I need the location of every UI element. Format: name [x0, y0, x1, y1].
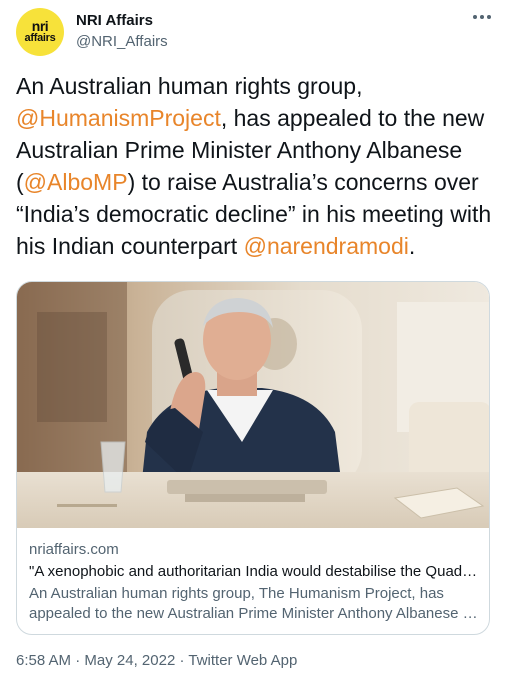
separator: · [71, 652, 85, 669]
mention-narendramodi[interactable]: @narendramodi [244, 233, 409, 259]
card-image-photo [17, 282, 489, 528]
tweet-time[interactable]: 6:58 AM [16, 652, 71, 669]
card-description-line1: An Australian human rights group, The Hu… [29, 585, 444, 602]
tweet-text-segment: . [408, 233, 416, 259]
tweet-date[interactable]: May 24, 2022 [84, 652, 175, 669]
link-preview-card[interactable]: nriaffairs.com "A xenophobic and authori… [16, 281, 490, 635]
display-name[interactable]: NRI Affairs [76, 12, 153, 29]
avatar-logo-line2: affairs [24, 32, 56, 44]
tweet: nri affairs NRI Affairs @NRI_Affairs An … [0, 0, 517, 686]
user-handle[interactable]: @NRI_Affairs [76, 33, 168, 50]
more-options-icon[interactable] [468, 10, 496, 32]
mention-albomp[interactable]: @AlboMP [24, 169, 128, 195]
card-domain: nriaffairs.com [29, 541, 119, 558]
tweet-text: An Australian human rights group, @Human… [16, 70, 506, 262]
tweet-source[interactable]: Twitter Web App [188, 652, 297, 669]
card-description: An Australian human rights group, The Hu… [29, 584, 479, 624]
card-title: "A xenophobic and authoritarian India wo… [29, 563, 479, 580]
separator: · [175, 652, 189, 669]
mention-humanismproject[interactable]: @HumanismProject [16, 105, 221, 131]
tweet-text-segment: An Australian human rights group, [16, 73, 363, 99]
card-description-line2: appealed to the new Australian Prime Min… [29, 605, 479, 622]
card-text: nriaffairs.com "A xenophobic and authori… [29, 540, 479, 624]
avatar[interactable]: nri affairs [16, 8, 64, 56]
tweet-metadata: 6:58 AM · May 24, 2022 · Twitter Web App [16, 652, 297, 669]
